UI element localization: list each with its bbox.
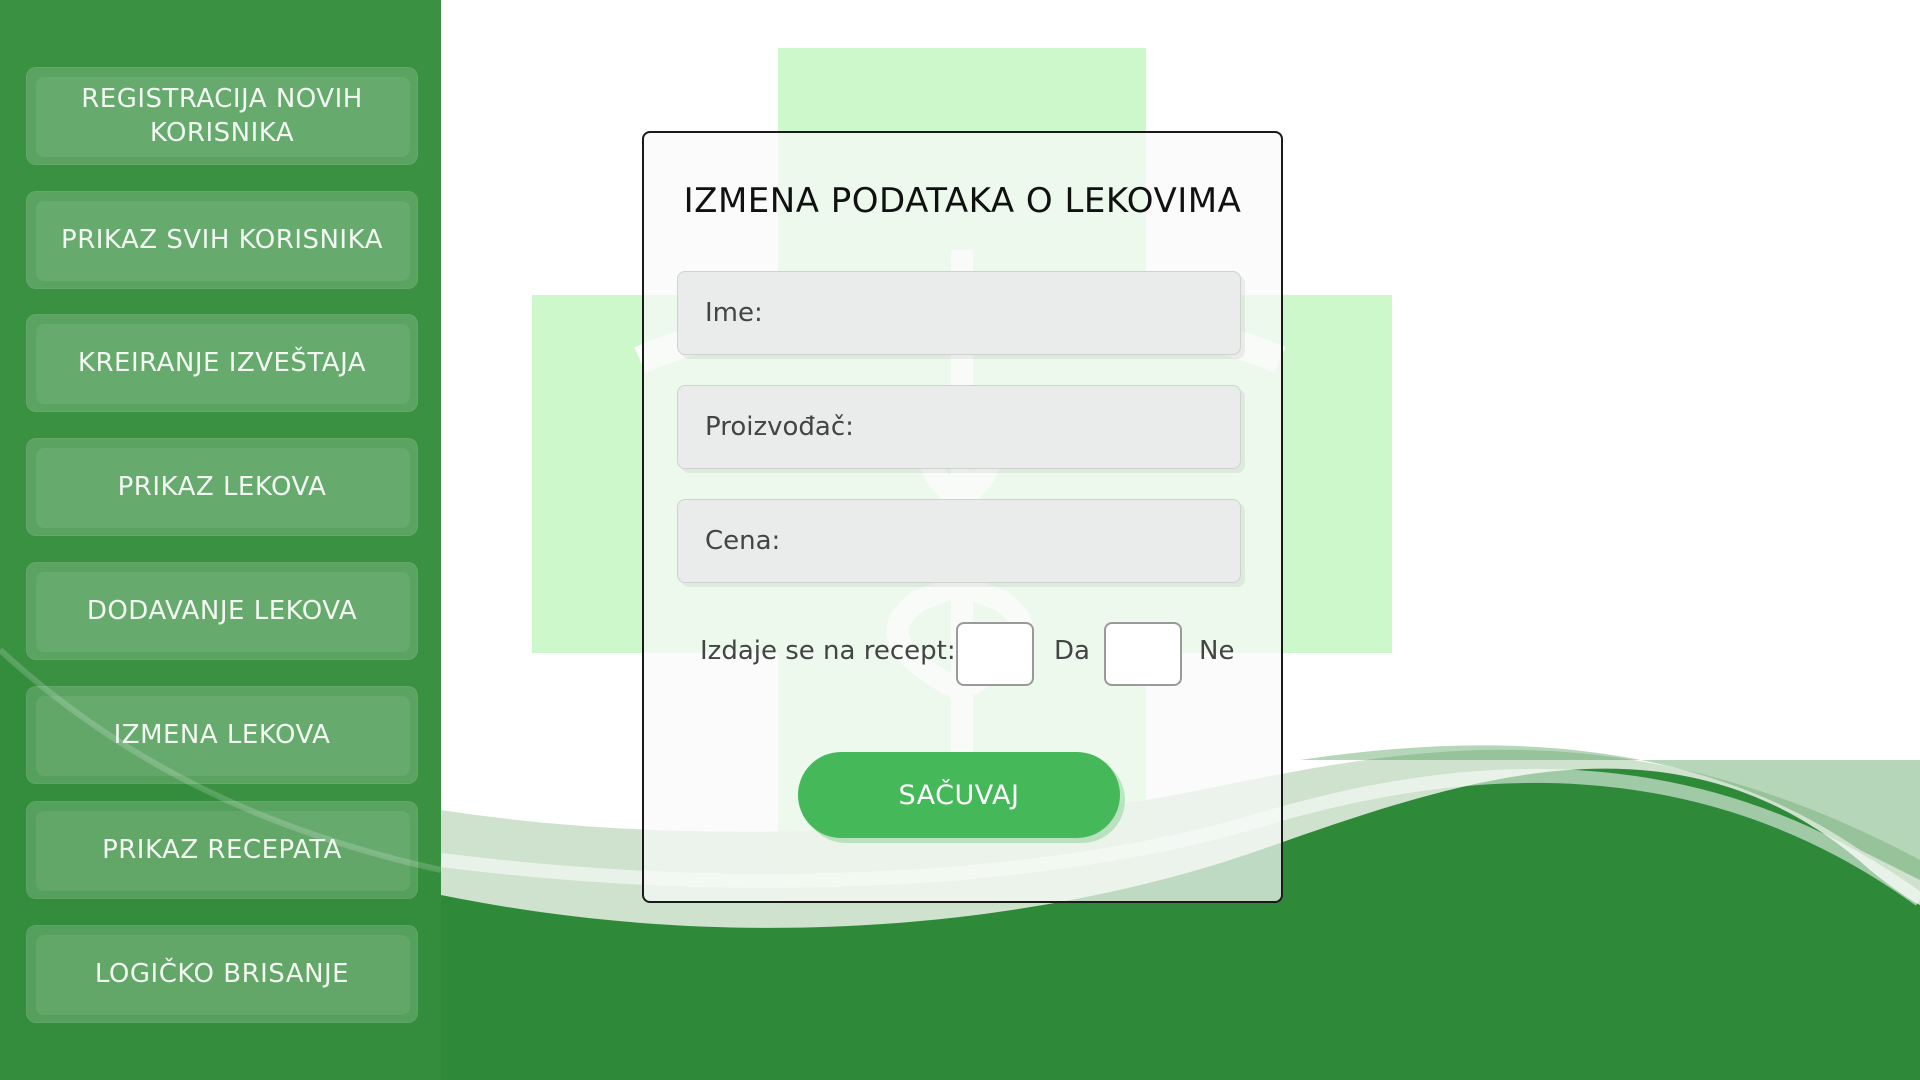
price-field[interactable]: Cena: [677, 499, 1241, 583]
sidebar-item-izmena-lekova[interactable]: IZMENA LEKOVA [26, 686, 418, 784]
sidebar-item-label: PRIKAZ SVIH KORISNIKA [61, 225, 383, 255]
manufacturer-field[interactable]: Proizvođač: [677, 385, 1241, 469]
prescription-yes-checkbox[interactable] [956, 622, 1034, 686]
sidebar-item-label: LOGIČKO BRISANJE [94, 959, 350, 989]
price-field-label: Cena: [705, 526, 781, 556]
sidebar-item-prikaz-recepata[interactable]: PRIKAZ RECEPATA [26, 801, 418, 899]
prescription-no-label: Ne [1199, 636, 1235, 666]
edit-medicine-form: IZMENA PODATAKA O LEKOVIMA Ime: Proizvođ… [642, 131, 1283, 903]
sidebar: REGISTRACIJA NOVIH KORISNIKA PRIKAZ SVIH… [0, 0, 441, 1080]
sidebar-item-label: PRIKAZ RECEPATA [102, 835, 342, 865]
sidebar-item-label: DODAVANJE LEKOVA [86, 596, 358, 626]
prescription-yes-label: Da [1054, 636, 1090, 666]
save-button[interactable]: SAČUVAJ [798, 752, 1120, 838]
name-field-label: Ime: [705, 298, 763, 328]
form-title: IZMENA PODATAKA O LEKOVIMA [683, 181, 1242, 221]
sidebar-item-registracija[interactable]: REGISTRACIJA NOVIH KORISNIKA [26, 67, 418, 165]
sidebar-item-label: IZMENA LEKOVA [113, 720, 331, 750]
sidebar-item-label: KREIRANJE IZVEŠTAJA [77, 348, 367, 378]
sidebar-item-prikaz-korisnika[interactable]: PRIKAZ SVIH KORISNIKA [26, 191, 418, 289]
sidebar-item-logicko-brisanje[interactable]: LOGIČKO BRISANJE [26, 925, 418, 1023]
sidebar-item-prikaz-lekova[interactable]: PRIKAZ LEKOVA [26, 438, 418, 536]
sidebar-item-label: PRIKAZ LEKOVA [117, 472, 327, 502]
prescription-no-checkbox[interactable] [1104, 622, 1182, 686]
sidebar-item-dodavanje-lekova[interactable]: DODAVANJE LEKOVA [26, 562, 418, 660]
sidebar-item-kreiranje-izvestaja[interactable]: KREIRANJE IZVEŠTAJA [26, 314, 418, 412]
save-button-label: SAČUVAJ [898, 779, 1020, 811]
prescription-label: Izdaje se na recept: [700, 636, 956, 666]
sidebar-item-label: REGISTRACIJA NOVIH KORISNIKA [81, 84, 363, 148]
manufacturer-field-label: Proizvođač: [705, 412, 854, 442]
name-field[interactable]: Ime: [677, 271, 1241, 355]
